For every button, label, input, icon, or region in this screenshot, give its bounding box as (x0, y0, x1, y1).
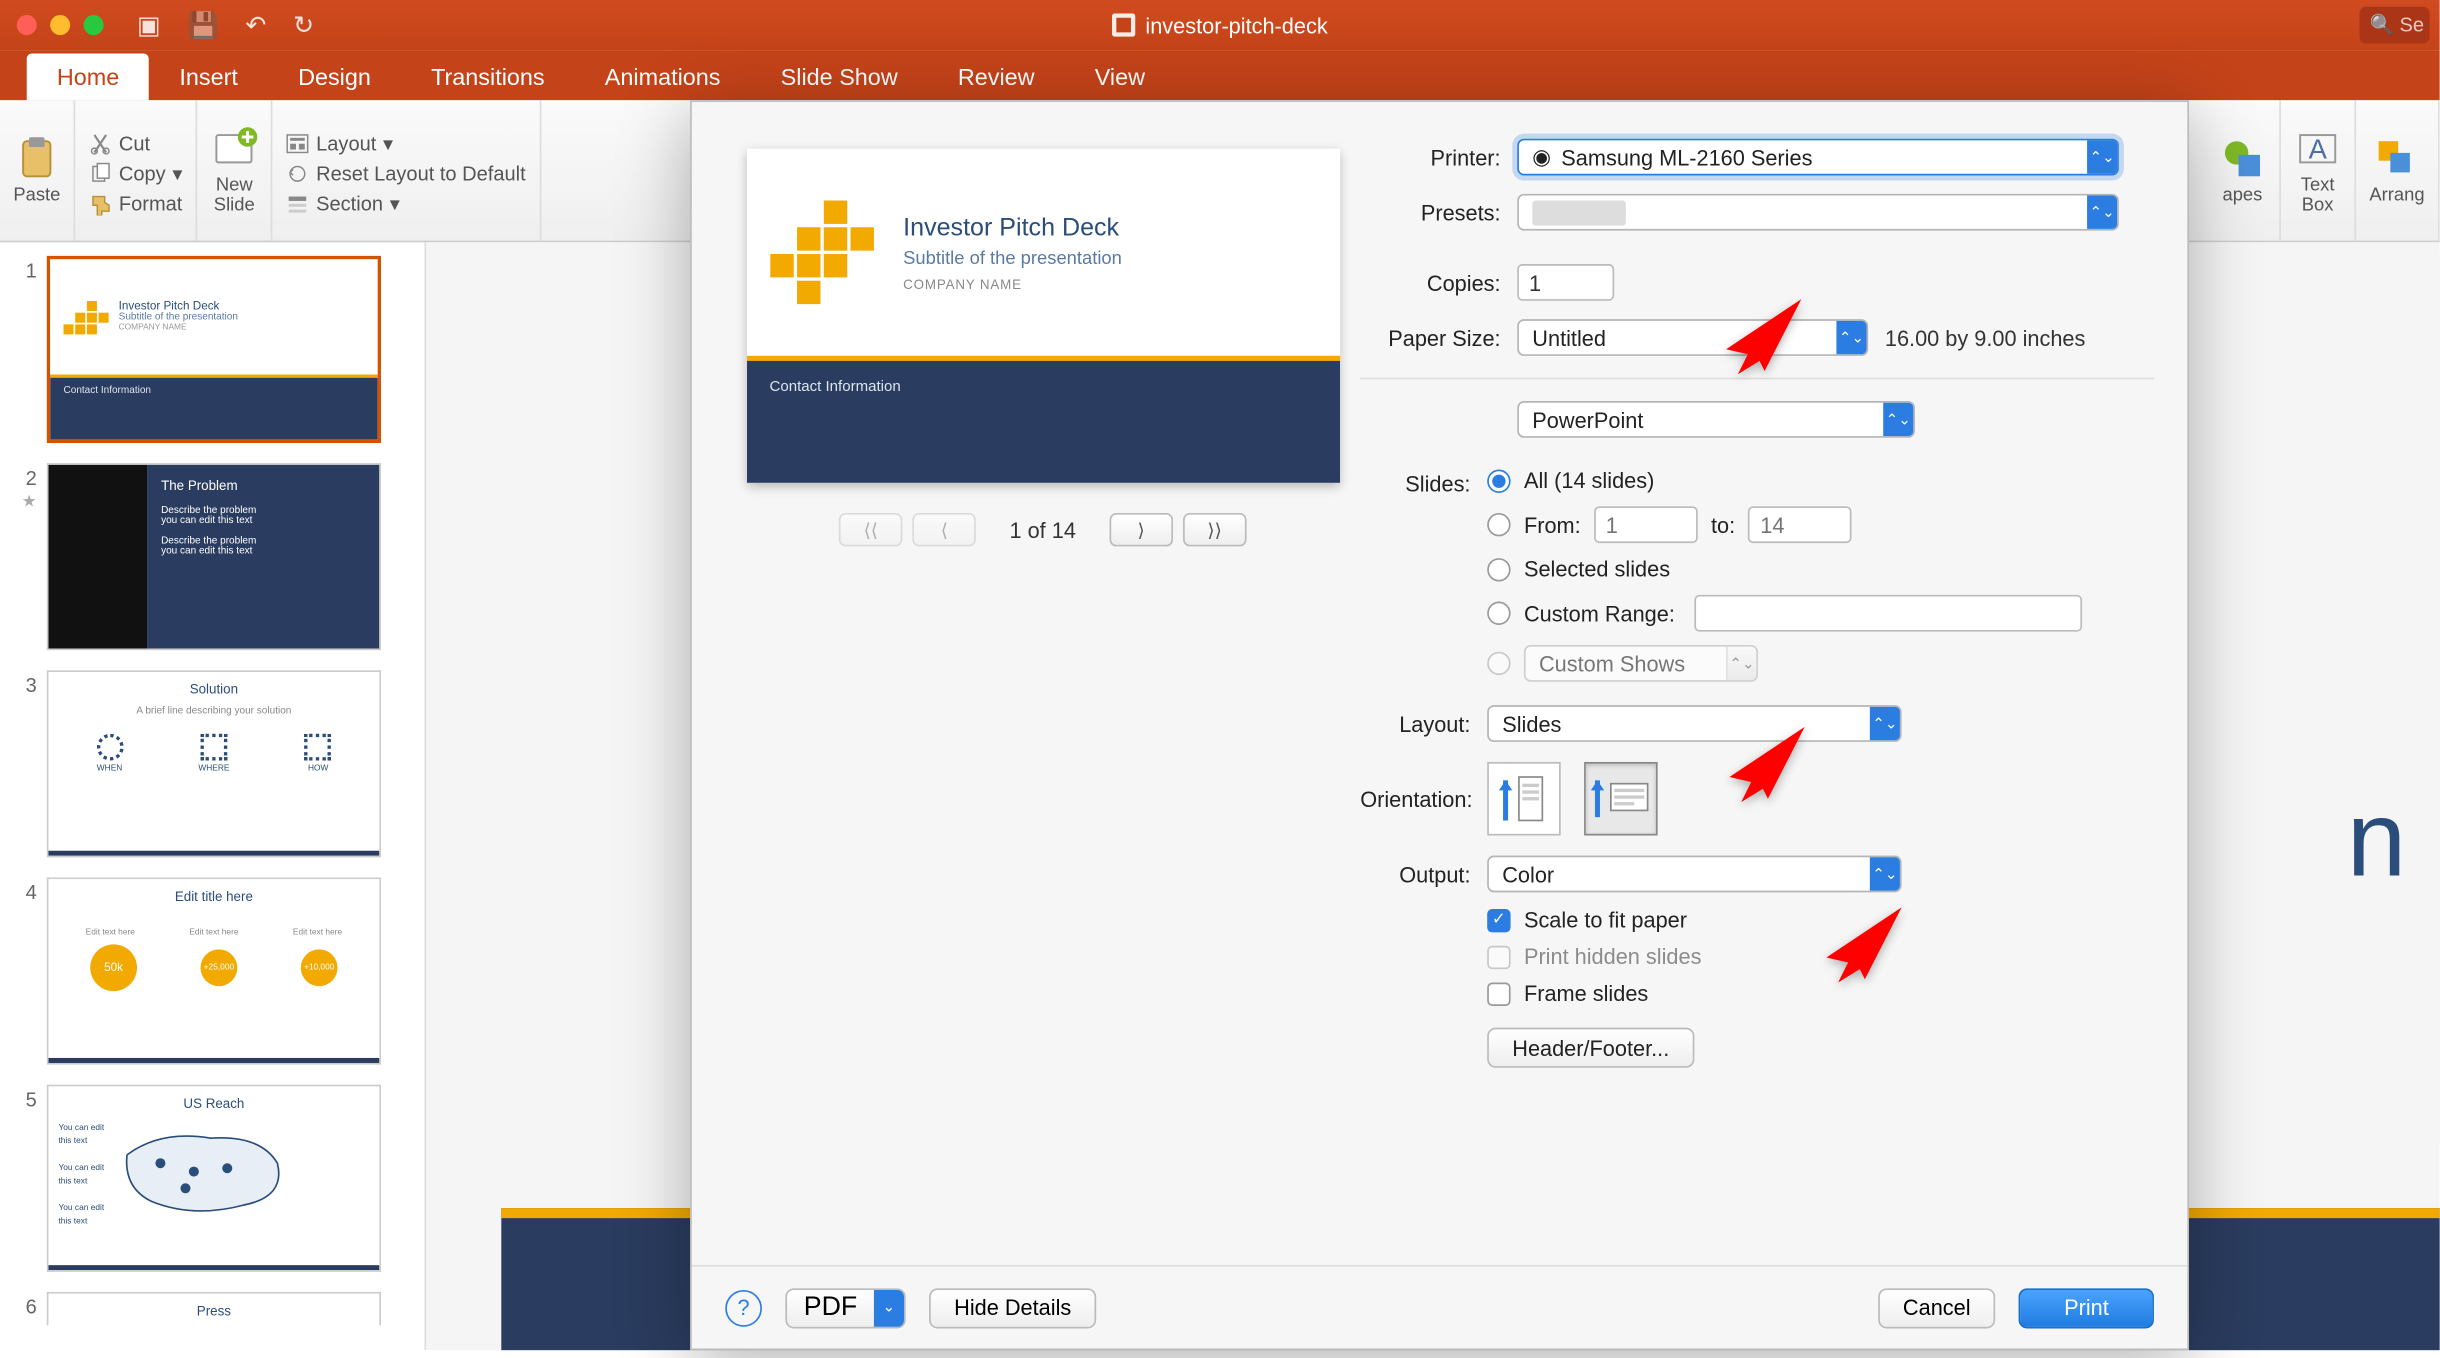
output-select[interactable]: Color⌃⌄ (1487, 856, 1901, 893)
prev-page-button[interactable]: ⟨ (913, 513, 976, 546)
annotation-arrow-icon (1704, 719, 1821, 819)
thumb-number: 4 (7, 877, 37, 1064)
shapes-icon[interactable] (2219, 135, 2266, 182)
maximize-window-button[interactable] (84, 15, 104, 35)
orientation-landscape-button[interactable] (1584, 762, 1658, 836)
printer-label: Printer: (1360, 145, 1500, 170)
print-preview: Investor Pitch Deck Subtitle of the pres… (746, 149, 1339, 483)
annotation-arrow-icon (1801, 899, 1918, 999)
thumb-number: 3 (7, 670, 37, 857)
tab-slideshow[interactable]: Slide Show (751, 53, 928, 100)
star-icon: ★ (22, 493, 37, 511)
presets-label: Presets: (1360, 200, 1500, 225)
paper-dimensions: 16.00 by 9.00 inches (1885, 325, 2085, 350)
scale-to-fit-checkbox[interactable]: ✓ (1487, 908, 1510, 931)
slide-thumbnail-panel[interactable]: 1 Investor Pitch DeckSubtitle of the pre… (0, 242, 426, 1350)
frame-slides-checkbox[interactable] (1487, 982, 1510, 1005)
sidebar-toggle-icon[interactable]: ▣ (137, 10, 161, 40)
next-page-button[interactable]: ⟩ (1109, 513, 1172, 546)
slides-selected-radio[interactable] (1487, 557, 1510, 580)
save-icon[interactable]: 💾 (187, 10, 218, 40)
slides-label: Slides: (1360, 468, 1470, 496)
slide-thumbnail[interactable]: The ProblemDescribe the problem you can … (47, 463, 381, 650)
slide-thumbnail[interactable]: US Reach You can editthis textYou can ed… (47, 1084, 381, 1271)
print-button[interactable]: Print (2019, 1288, 2154, 1328)
header-footer-button[interactable]: Header/Footer... (1487, 1028, 1694, 1068)
pdf-dropdown[interactable]: PDF⌄ (785, 1288, 905, 1328)
section-dropdown[interactable]: Section ▾ (286, 190, 400, 217)
titlebar: ▣ 💾 ↶ ↻ investor-pitch-deck 🔍 Se (0, 0, 2440, 50)
redo-icon[interactable]: ↻ (293, 10, 314, 40)
copy-button[interactable]: Copy ▾ (89, 160, 183, 187)
slide-thumbnail[interactable]: Edit title here Edit text hereEdit text … (47, 877, 381, 1064)
printer-status-icon: ◉ (1532, 144, 1551, 171)
paste-icon[interactable] (13, 135, 60, 182)
tab-review[interactable]: Review (928, 53, 1065, 100)
cut-button[interactable]: Cut (89, 130, 150, 157)
printer-select[interactable]: ◉ Samsung ML-2160 Series⌃⌄ (1517, 139, 2119, 176)
output-label: Output: (1360, 861, 1470, 886)
paste-label: Paste (13, 185, 60, 205)
layout-select[interactable]: Slides⌃⌄ (1487, 705, 1901, 742)
layout-label: Layout: (1360, 711, 1470, 736)
copies-input[interactable] (1517, 264, 1614, 301)
arrange-icon[interactable] (2374, 135, 2421, 182)
tab-view[interactable]: View (1065, 53, 1175, 100)
orientation-label: Orientation: (1360, 786, 1470, 811)
window-controls (0, 15, 104, 35)
format-painter-button[interactable]: Format (89, 190, 183, 217)
layout-dropdown[interactable]: Layout ▾ (286, 130, 393, 157)
print-dialog: Investor Pitch Deck Subtitle of the pres… (690, 100, 2189, 1350)
document-title: investor-pitch-deck (1112, 13, 1328, 38)
copies-label: Copies: (1360, 270, 1500, 295)
slide-thumbnail[interactable]: Solution A brief line describing your so… (47, 670, 381, 857)
tab-home[interactable]: Home (27, 53, 150, 100)
page-indicator: 1 of 14 (1009, 517, 1075, 542)
from-input[interactable] (1594, 506, 1698, 543)
print-hidden-checkbox (1487, 945, 1510, 968)
close-window-button[interactable] (17, 15, 37, 35)
paper-size-label: Paper Size: (1360, 325, 1500, 350)
search-icon: 🔍 (2369, 13, 2394, 36)
tab-insert[interactable]: Insert (149, 53, 268, 100)
tab-design[interactable]: Design (268, 53, 401, 100)
thumb-number: 1 (7, 256, 37, 443)
search-input[interactable]: 🔍 Se (2359, 7, 2429, 44)
tab-transitions[interactable]: Transitions (401, 53, 575, 100)
thumb-number: 2 (26, 463, 37, 490)
svg-text:A: A (2309, 133, 2328, 164)
new-slide-icon[interactable] (211, 125, 258, 172)
to-input[interactable] (1749, 506, 1853, 543)
textbox-label: Text Box (2301, 175, 2335, 215)
slides-custom-range-radio[interactable] (1487, 602, 1510, 625)
custom-shows-select: Custom Shows⌃⌄ (1524, 645, 1758, 682)
first-page-button[interactable]: ⟨⟨ (839, 513, 902, 546)
annotation-arrow-icon (1701, 291, 1818, 391)
ribbon-tabs: Home Insert Design Transitions Animation… (0, 50, 2440, 100)
textbox-icon[interactable]: A (2294, 125, 2341, 172)
shapes-label: apes (2222, 185, 2262, 205)
thumb-number: 5 (7, 1084, 37, 1271)
minimize-window-button[interactable] (50, 15, 70, 35)
thumb-number: 6 (7, 1292, 37, 1325)
slides-custom-shows-radio (1487, 652, 1510, 675)
slides-from-radio[interactable] (1487, 513, 1510, 536)
orientation-portrait-button[interactable] (1487, 762, 1561, 836)
slides-all-radio[interactable] (1487, 469, 1510, 492)
arrange-label: Arrang (2369, 185, 2424, 205)
application-select[interactable]: PowerPoint⌃⌄ (1517, 401, 1915, 438)
hide-details-button[interactable]: Hide Details (929, 1288, 1096, 1328)
presets-select[interactable]: xxx⌃⌄ (1517, 194, 2119, 231)
new-slide-label: New Slide (214, 175, 255, 215)
cancel-button[interactable]: Cancel (1878, 1288, 1996, 1328)
reset-layout-button[interactable]: Reset Layout to Default (286, 160, 526, 187)
tab-animations[interactable]: Animations (575, 53, 751, 100)
slide-thumbnail[interactable]: Investor Pitch DeckSubtitle of the prese… (47, 256, 381, 443)
custom-range-input[interactable] (1695, 595, 2083, 632)
undo-icon[interactable]: ↶ (245, 10, 266, 40)
slide-thumbnail[interactable]: Press (47, 1292, 381, 1325)
help-button[interactable]: ? (725, 1289, 762, 1326)
last-page-button[interactable]: ⟩⟩ (1183, 513, 1246, 546)
